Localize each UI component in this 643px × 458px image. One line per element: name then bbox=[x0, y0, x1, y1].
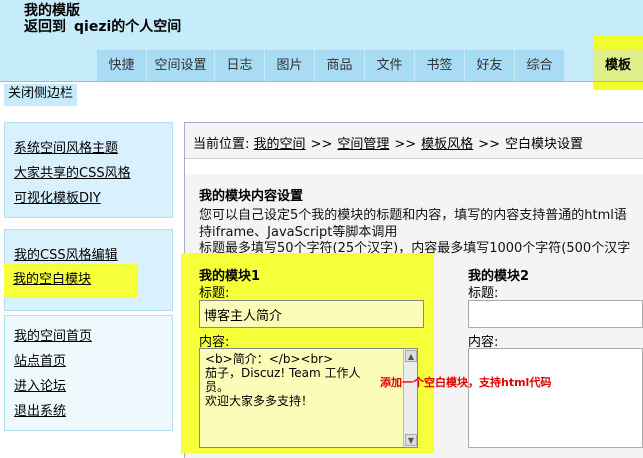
breadcrumb-space-admin[interactable]: 空间管理 bbox=[337, 137, 389, 152]
module1-content-line: <b>简介：</b><br> bbox=[205, 352, 334, 366]
scroll-down-icon[interactable]: ▼ bbox=[405, 434, 417, 446]
sidebar-group-navigation: 我的空间首页 站点首页 进入论坛 退出系统 bbox=[4, 315, 173, 431]
module2-title-input[interactable] bbox=[468, 300, 643, 328]
back-prefix: 返回到 bbox=[24, 19, 66, 35]
tab-general[interactable]: 综合 bbox=[514, 50, 564, 81]
sidebar-highlight: 我的空白模块 bbox=[4, 264, 138, 298]
module1-title-input[interactable]: 博客主人简介 bbox=[199, 300, 424, 328]
breadcrumb-templates[interactable]: 模板风格 bbox=[421, 137, 473, 152]
textarea-scrollbar[interactable]: ▲ ▼ bbox=[403, 349, 417, 447]
scroll-up-icon[interactable]: ▲ bbox=[405, 350, 417, 362]
section-title: 我的模块内容设置 bbox=[199, 189, 304, 204]
breadcrumb-separator: >> bbox=[394, 137, 417, 152]
sidebar-item-forum[interactable]: 进入论坛 bbox=[14, 375, 66, 394]
sidebar-item-logout[interactable]: 退出系统 bbox=[14, 400, 66, 419]
sidebar-item-site-home[interactable]: 站点首页 bbox=[14, 350, 66, 369]
tab-space-settings[interactable]: 空间设置 bbox=[146, 50, 214, 81]
module1-content-line: 欢迎大家多多支持！ bbox=[205, 394, 314, 408]
tab-goods[interactable]: 商品 bbox=[314, 50, 364, 81]
module1-title-label: 标题: bbox=[199, 286, 230, 301]
back-to-space-link[interactable]: qiezi的个人空间 bbox=[74, 19, 181, 35]
breadcrumb-current: 空白模块设置 bbox=[504, 137, 583, 152]
header-divider bbox=[0, 81, 643, 82]
tab-bar: 快捷 空间设置 日志 图片 商品 文件 书签 好友 综合 bbox=[96, 50, 564, 81]
sidebar-item-visual-diy[interactable]: 可视化模板DIY bbox=[14, 187, 101, 206]
sidebar-group-styles: 系统空间风格主题 大家共享的CSS风格 可视化模板DIY bbox=[4, 122, 173, 218]
back-link-line: 返回到 qiezi的个人空间 bbox=[24, 16, 181, 36]
module2-content-textarea[interactable] bbox=[468, 348, 643, 448]
module2-title-label: 标题: bbox=[468, 286, 499, 301]
tab-files[interactable]: 文件 bbox=[364, 50, 414, 81]
breadcrumb-separator: >> bbox=[478, 137, 500, 152]
module1-content-line: 茄子，Discuz! Team 工作人 bbox=[205, 366, 361, 380]
sidebar-item-system-themes[interactable]: 系统空间风格主题 bbox=[14, 137, 118, 156]
tab-quick[interactable]: 快捷 bbox=[96, 50, 146, 81]
breadcrumb-my-space[interactable]: 我的空间 bbox=[254, 137, 306, 152]
sidebar-item-shared-css[interactable]: 大家共享的CSS风格 bbox=[14, 162, 131, 181]
breadcrumb-bar: 当前位置: 我的空间 >> 空间管理 >> 模板风格 >> 空白模块设置 bbox=[185, 123, 643, 159]
breadcrumb: 当前位置: 我的空间 >> 空间管理 >> 模板风格 >> 空白模块设置 bbox=[193, 133, 583, 152]
close-sidebar-button[interactable]: 关闭侧边栏 bbox=[4, 84, 78, 106]
annotation-note: 添加一个空白模块，支持html代码 bbox=[380, 376, 552, 389]
tab-friends[interactable]: 好友 bbox=[464, 50, 514, 81]
breadcrumb-separator: >> bbox=[310, 137, 333, 152]
tab-template[interactable]: 模板 bbox=[593, 50, 643, 81]
sidebar-item-my-blank-module[interactable]: 我的空白模块 bbox=[13, 268, 91, 287]
module1-content-textarea[interactable]: <b>简介：</b><br> 茄子，Discuz! Team 工作人 员。 欢迎… bbox=[199, 348, 418, 448]
module1-content-line: 员。 bbox=[205, 380, 230, 394]
breadcrumb-prefix: 当前位置: bbox=[193, 137, 250, 152]
tab-photos[interactable]: 图片 bbox=[264, 50, 314, 81]
sidebar-item-my-home[interactable]: 我的空间首页 bbox=[14, 325, 92, 344]
tab-bookmarks[interactable]: 书签 bbox=[414, 50, 464, 81]
sidebar-item-my-css[interactable]: 我的CSS风格编辑 bbox=[14, 244, 118, 263]
tab-blog[interactable]: 日志 bbox=[214, 50, 264, 81]
